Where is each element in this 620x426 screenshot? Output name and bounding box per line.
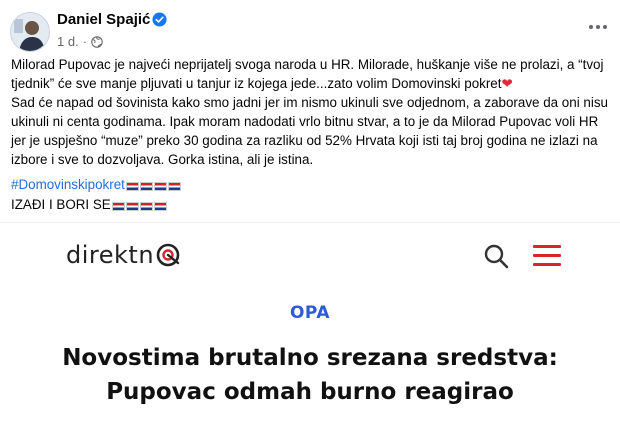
heart-emoji: ❤ xyxy=(501,76,513,91)
site-logo[interactable]: direktn xyxy=(66,241,181,269)
post-main-text: Milorad Pupovac je najveći neprijatelj s… xyxy=(11,57,604,91)
flag-emojis xyxy=(111,196,167,215)
flag-emojis xyxy=(125,176,181,195)
post-timestamp[interactable]: 1 d. xyxy=(57,34,79,49)
hamburger-menu-icon[interactable] xyxy=(533,245,561,267)
croatian-flag-icon xyxy=(167,181,181,191)
article-category[interactable]: OPA xyxy=(0,303,620,323)
post-text: Milorad Pupovac je najveći neprijatelj s… xyxy=(11,55,611,215)
more-options-icon[interactable] xyxy=(586,15,610,39)
post-header: Daniel Spajić 1 d. · xyxy=(0,0,620,56)
logo-target-icon xyxy=(156,243,180,267)
post-paragraph: Milorad Pupovac je najveći neprijatelj s… xyxy=(11,55,611,93)
article-headline[interactable]: Novostima brutalno srezana sredstva: Pup… xyxy=(0,341,620,409)
closing-line: IZAĐI I BORI SE xyxy=(11,197,167,212)
headline-line-2: Pupovac odmah burno reagirao xyxy=(106,379,514,405)
meta-separator: · xyxy=(82,34,88,49)
hashtag-text[interactable]: #Domovinskipokret xyxy=(11,177,125,192)
search-icon[interactable] xyxy=(483,243,509,269)
post-meta: 1 d. · xyxy=(57,34,103,49)
croatian-flag-icon xyxy=(125,201,139,211)
verified-badge-icon xyxy=(152,12,167,27)
globe-icon xyxy=(91,35,103,48)
croatian-flag-icon xyxy=(139,201,153,211)
croatian-flag-icon xyxy=(153,181,167,191)
site-logo-text: direktn xyxy=(66,241,155,269)
author-avatar[interactable] xyxy=(10,12,50,52)
post-paragraph-second: Sad će napad od šovinista kako smo jadni… xyxy=(11,95,608,167)
hashtag-link[interactable]: #Domovinskipokret xyxy=(11,175,611,195)
croatian-flag-icon xyxy=(111,201,125,211)
croatian-flag-icon xyxy=(125,181,139,191)
author-name[interactable]: Daniel Spajić xyxy=(57,11,150,28)
headline-line-1: Novostima brutalno srezana sredstva: xyxy=(62,345,558,371)
article-preview[interactable]: direktn OPA Novostima brutalno srezana s… xyxy=(0,222,620,426)
closing-text: IZAĐI I BORI SE xyxy=(11,196,111,212)
croatian-flag-icon xyxy=(139,181,153,191)
croatian-flag-icon xyxy=(153,201,167,211)
